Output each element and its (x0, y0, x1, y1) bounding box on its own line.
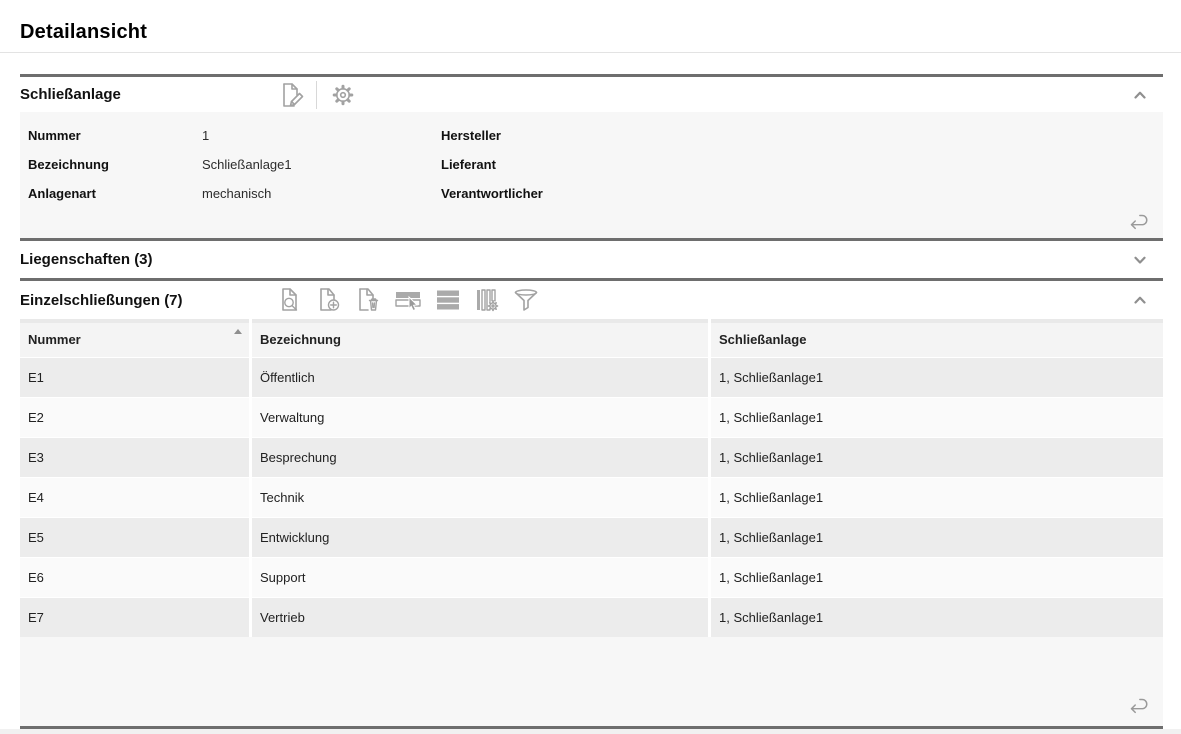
add-entry-button[interactable] (314, 285, 344, 315)
cell-bezeichnung: Entwicklung (252, 518, 708, 557)
field-label-lieferant: Lieferant (441, 157, 615, 172)
field-label-bezeichnung: Bezeichnung (28, 157, 202, 172)
cell-schliessanlage: 1, Schließanlage1 (711, 518, 1163, 557)
table-header-row: Nummer Bezeichnung Schließanlage (20, 319, 1163, 357)
settings-button[interactable] (328, 80, 358, 110)
cell-nummer: E7 (20, 598, 249, 637)
field-label-nummer: Nummer (28, 128, 202, 143)
field-value-nummer: 1 (202, 128, 441, 143)
field-label-anlagenart: Anlagenart (28, 186, 202, 201)
cell-bezeichnung: Öffentlich (252, 358, 708, 397)
cell-schliessanlage: 1, Schließanlage1 (711, 598, 1163, 637)
cell-schliessanlage: 1, Schließanlage1 (711, 398, 1163, 437)
edit-button[interactable] (275, 80, 305, 110)
filter-funnel-icon (512, 286, 540, 314)
cell-nummer: E5 (20, 518, 249, 557)
einzelschliessungen-table: Nummer Bezeichnung Schließanlage E1 (20, 319, 1163, 637)
cell-nummer: E1 (20, 358, 249, 397)
select-row-button[interactable] (392, 285, 424, 315)
cell-bezeichnung: Support (252, 558, 708, 597)
title-bar: Detailansicht (0, 0, 1181, 53)
column-settings-button[interactable] (472, 285, 502, 315)
cell-schliessanlage: 1, Schließanlage1 (711, 478, 1163, 517)
table-row[interactable]: E1 Öffentlich 1, Schließanlage1 (20, 358, 1163, 397)
cell-bezeichnung: Verwaltung (252, 398, 708, 437)
table-row[interactable]: E4 Technik 1, Schließanlage1 (20, 478, 1163, 517)
expand-liegenschaften-button[interactable] (1129, 249, 1151, 271)
cell-nummer: E3 (20, 438, 249, 477)
collapse-schliessanlage-button[interactable] (1129, 84, 1151, 106)
chevron-up-icon (1131, 86, 1149, 104)
rows-list-icon (434, 286, 462, 314)
section-liegenschaften: Liegenschaften (3) (20, 238, 1163, 278)
section-schliessanlage: Schließanlage (20, 74, 1163, 238)
cell-nummer: E4 (20, 478, 249, 517)
document-search-icon (276, 286, 304, 314)
section-title-einzelschliessungen: Einzelschließungen (7) (20, 292, 275, 309)
column-header-schliessanlage[interactable]: Schließanlage (711, 319, 1163, 357)
schliessanlage-toolbar (275, 80, 358, 110)
return-button[interactable] (1125, 692, 1151, 718)
collapse-einzelschliessungen-button[interactable] (1129, 289, 1151, 311)
column-settings-icon (473, 286, 501, 314)
bottom-strip (0, 729, 1181, 734)
return-arrow-icon (1126, 693, 1150, 717)
chevron-up-icon (1131, 291, 1149, 309)
view-entry-button[interactable] (275, 285, 305, 315)
sort-ascending-icon (234, 329, 242, 334)
field-label-verantwortlicher: Verantwortlicher (441, 186, 615, 201)
einzelschliessungen-return-bar (20, 637, 1163, 726)
table-row[interactable]: E3 Besprechung 1, Schließanlage1 (20, 438, 1163, 477)
section-header-einzelschliessungen: Einzelschließungen (7) (20, 281, 1163, 319)
document-add-icon (315, 286, 343, 314)
row-select-icon (393, 286, 423, 314)
chevron-down-icon (1131, 251, 1149, 269)
table-row[interactable]: E7 Vertrieb 1, Schließanlage1 (20, 598, 1163, 637)
cell-schliessanlage: 1, Schließanlage1 (711, 558, 1163, 597)
page-title: Detailansicht (20, 21, 1161, 44)
schliessanlage-body: Nummer 1 Hersteller Bezeichnung Schließa… (20, 112, 1163, 238)
field-value-bezeichnung: Schließanlage1 (202, 157, 441, 172)
cell-schliessanlage: 1, Schließanlage1 (711, 438, 1163, 477)
field-value-anlagenart: mechanisch (202, 186, 441, 201)
schliessanlage-return-bar (20, 208, 1163, 240)
cell-bezeichnung: Besprechung (252, 438, 708, 477)
filter-button[interactable] (511, 285, 541, 315)
settings-gear-icon (329, 81, 357, 109)
section-header-liegenschaften: Liegenschaften (3) (20, 241, 1163, 278)
return-button[interactable] (1125, 208, 1151, 234)
einzelschliessungen-toolbar (275, 285, 541, 315)
table-row[interactable]: E5 Entwicklung 1, Schließanlage1 (20, 518, 1163, 557)
section-title-liegenschaften: Liegenschaften (3) (20, 251, 275, 268)
document-delete-icon (354, 286, 382, 314)
schliessanlage-fields: Nummer 1 Hersteller Bezeichnung Schließa… (20, 112, 1163, 208)
return-arrow-icon (1126, 209, 1150, 233)
cell-nummer: E6 (20, 558, 249, 597)
toolbar-divider (316, 81, 317, 109)
content-area: Schließanlage (20, 74, 1163, 729)
rows-view-button[interactable] (433, 285, 463, 315)
cell-bezeichnung: Technik (252, 478, 708, 517)
edit-document-icon (276, 81, 304, 109)
delete-entry-button[interactable] (353, 285, 383, 315)
table-body: E1 Öffentlich 1, Schließanlage1 E2 Verwa… (20, 358, 1163, 637)
detail-view-page: Detailansicht Schließanlage (0, 0, 1181, 734)
cell-nummer: E2 (20, 398, 249, 437)
field-label-hersteller: Hersteller (441, 128, 615, 143)
section-title-schliessanlage: Schließanlage (20, 86, 275, 103)
section-einzelschliessungen: Einzelschließungen (7) (20, 278, 1163, 729)
cell-schliessanlage: 1, Schließanlage1 (711, 358, 1163, 397)
cell-bezeichnung: Vertrieb (252, 598, 708, 637)
column-header-nummer[interactable]: Nummer (20, 319, 249, 357)
table-row[interactable]: E6 Support 1, Schließanlage1 (20, 558, 1163, 597)
table-row[interactable]: E2 Verwaltung 1, Schließanlage1 (20, 398, 1163, 437)
column-header-bezeichnung[interactable]: Bezeichnung (252, 319, 708, 357)
section-header-schliessanlage: Schließanlage (20, 77, 1163, 112)
einzelschliessungen-body: Nummer Bezeichnung Schließanlage E1 (20, 319, 1163, 729)
